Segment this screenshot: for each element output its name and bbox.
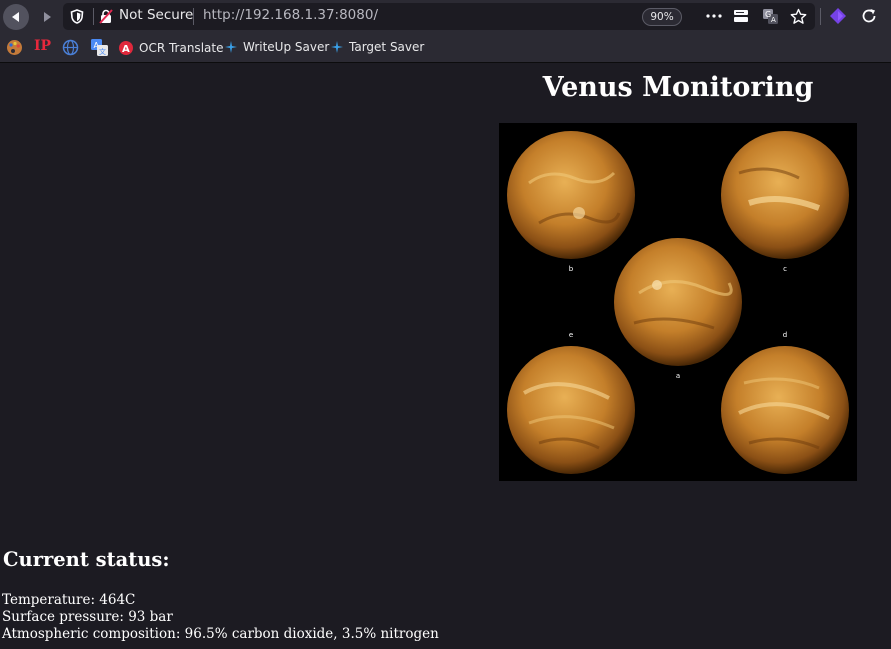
image-label-d: d — [783, 331, 787, 339]
bookmark-target-saver[interactable]: Target Saver — [330, 40, 424, 54]
ocr-translate-icon: A — [118, 40, 134, 56]
security-label[interactable]: Not Secure — [119, 7, 193, 23]
reload-icon[interactable] — [859, 6, 879, 26]
separator — [93, 8, 94, 25]
tracking-protection-button[interactable] — [66, 5, 88, 27]
back-arrow-icon — [12, 12, 19, 22]
bookmark-translate[interactable]: A文 — [91, 39, 113, 56]
separator — [193, 8, 194, 25]
ip-text-icon: IP — [34, 38, 52, 54]
bookmarks-toolbar: IP A文 A OCR Translate WriteUp Saver Targ… — [0, 33, 891, 63]
translate-page-icon[interactable]: GA — [761, 7, 779, 25]
more-actions-icon[interactable] — [705, 9, 723, 23]
svg-text:A: A — [122, 44, 130, 55]
venus-globe-a — [614, 238, 742, 366]
globe-icon — [62, 39, 79, 56]
back-button[interactable] — [3, 4, 29, 30]
shield-icon — [70, 8, 84, 24]
image-label-e: e — [569, 331, 573, 339]
forward-button[interactable] — [34, 4, 60, 30]
browser-toolbar: Not Secure http://192.168.1.37:8080/ 90%… — [0, 0, 891, 33]
image-label-a: a — [676, 372, 680, 380]
venus-globe-e — [507, 346, 635, 474]
venus-globe-c — [721, 131, 849, 259]
composition-line: Atmospheric composition: 96.5% carbon di… — [2, 626, 439, 642]
zoom-indicator[interactable]: 90% — [642, 8, 682, 26]
palette-icon — [6, 39, 23, 56]
status-heading: Current status: — [3, 548, 170, 571]
pressure-line: Surface pressure: 93 bar — [2, 609, 173, 625]
image-label-b: b — [569, 265, 574, 273]
image-label-c: c — [783, 265, 787, 273]
temperature-line: Temperature: 464C — [2, 592, 136, 608]
venus-globe-d — [721, 346, 849, 474]
target-saver-icon — [330, 40, 344, 54]
bookmark-label: Target Saver — [349, 40, 425, 54]
bookmark-writeup-saver[interactable]: WriteUp Saver — [224, 40, 329, 54]
bookmark-ocr-translate[interactable]: A OCR Translate — [118, 40, 223, 56]
bookmark-label: WriteUp Saver — [243, 40, 330, 54]
url-text[interactable]: http://192.168.1.37:8080/ — [203, 7, 378, 23]
forward-arrow-icon — [44, 12, 51, 22]
bookmark-label: OCR Translate — [139, 41, 224, 55]
translate-icon: A文 — [91, 39, 108, 56]
page-content: Venus Monitoring b c e d a Current statu… — [0, 63, 891, 649]
svg-text:A: A — [771, 16, 776, 24]
page-title: Venus Monitoring — [542, 72, 814, 103]
insecure-lock-icon[interactable] — [99, 9, 113, 28]
reader-view-icon[interactable] — [732, 7, 750, 25]
extension-icon[interactable] — [828, 6, 848, 26]
separator — [820, 8, 821, 25]
svg-text:文: 文 — [99, 47, 106, 56]
venus-globe-b — [507, 131, 635, 259]
bookmark-star-icon[interactable] — [788, 6, 808, 26]
bookmark-globe[interactable] — [62, 39, 84, 56]
venus-image: b c e d a — [499, 123, 857, 481]
writeup-saver-icon — [224, 40, 238, 54]
bookmark-palette[interactable] — [6, 39, 28, 56]
bookmark-ip[interactable]: IP — [34, 38, 51, 54]
